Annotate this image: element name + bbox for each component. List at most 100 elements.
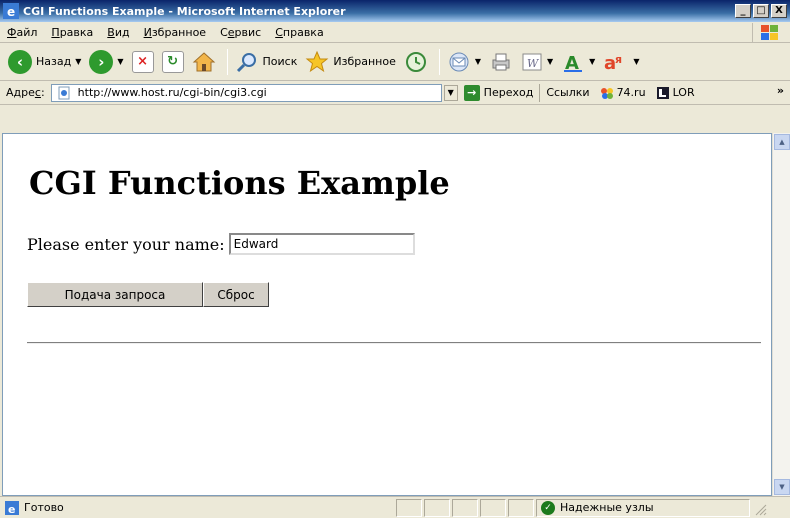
security-zone-label: Надежные узлы (560, 501, 654, 514)
mail-dropdown-icon[interactable]: ▼ (475, 57, 481, 66)
address-label-post: : (40, 86, 45, 99)
forward-arrow-icon: › (89, 49, 114, 74)
name-input[interactable]: Edward (228, 233, 415, 255)
edit-dropdown-icon[interactable]: ▼ (547, 57, 553, 66)
window-title: CGI Functions Example - Microsoft Intern… (23, 4, 346, 18)
menu-help-label: правка (282, 25, 324, 39)
menu-tools-accel: е (227, 25, 235, 39)
name-prompt: Please enter your name: (27, 234, 225, 254)
address-label-pre: Адре (6, 86, 35, 99)
svg-text:e: e (7, 5, 15, 19)
font-size-button[interactable]: A ▼ (559, 47, 597, 77)
home-icon (192, 51, 215, 71)
back-dropdown-icon[interactable]: ▼ (75, 57, 81, 66)
menu-file-label: айл (16, 25, 38, 39)
msn-butterfly-icon (600, 86, 614, 100)
horizontal-rule (27, 342, 761, 344)
word-edit-icon: W (522, 53, 542, 70)
home-button[interactable] (190, 47, 218, 77)
address-label: Адрес: (0, 86, 51, 99)
ie-page-icon: e (4, 500, 20, 516)
status-panel (396, 498, 422, 517)
back-arrow-icon: ‹ (8, 49, 32, 74)
refresh-button[interactable]: ↻ (160, 47, 186, 77)
encoding-dropdown-icon[interactable]: ▼ (633, 57, 639, 66)
page-heading: CGI Functions Example (29, 164, 450, 202)
menu-view-accel: В (107, 25, 115, 39)
menu-bar: Файл Правка Вид Избранное Сервис Справка (0, 22, 790, 43)
resize-grip-icon[interactable] (750, 499, 768, 517)
back-label: Назад (36, 55, 72, 68)
refresh-icon: ↻ (161, 50, 184, 73)
search-label: Поиск (262, 55, 298, 68)
status-panel (480, 498, 506, 517)
security-zone-panel[interactable]: ✓ Надежные узлы (536, 498, 750, 517)
link-74ru[interactable]: 74.ru (600, 86, 646, 100)
status-text: Готово (24, 501, 64, 514)
menu-edit-accel: П (51, 25, 60, 39)
print-icon (492, 53, 510, 70)
submit-button[interactable]: Подача запроса (27, 282, 203, 307)
menu-edit-label: равка (59, 25, 94, 39)
encoding-icon: aя (604, 53, 622, 74)
menu-help-accel: С (275, 25, 283, 39)
title-bar[interactable]: e CGI Functions Example - Microsoft Inte… (0, 0, 790, 22)
stop-button[interactable]: × (130, 47, 156, 77)
forward-dropdown-icon[interactable]: ▼ (117, 57, 123, 66)
maximize-button[interactable]: □ (753, 4, 769, 18)
favorites-star-icon (305, 50, 329, 72)
link-lor[interactable]: LOR (656, 86, 695, 100)
edit-word-button[interactable]: W ▼ (519, 47, 555, 77)
status-text-panel: e Готово (0, 500, 396, 516)
svg-text:я: я (615, 53, 622, 66)
scroll-down-icon[interactable]: ▼ (774, 479, 790, 495)
menu-edit[interactable]: Правка (44, 26, 100, 39)
encoding-button[interactable]: aя ▼ (601, 47, 641, 77)
search-icon (236, 52, 256, 72)
name-form-row: Please enter your name: Edward (27, 233, 415, 255)
page-icon (58, 86, 70, 99)
font-size-icon: A (564, 53, 583, 74)
links-more-icon[interactable]: » (777, 84, 784, 97)
reset-button[interactable]: Сброс (203, 282, 269, 307)
forward-button[interactable]: › ▼ (87, 47, 125, 77)
mail-button[interactable]: ▼ (445, 47, 483, 77)
address-input[interactable]: http://www.host.ru/cgi-bin/cgi3.cgi (50, 83, 442, 102)
favorites-label: Избранное (333, 55, 396, 68)
links-label[interactable]: Ссылки (546, 86, 589, 99)
page-viewport: CGI Functions Example Please enter your … (2, 133, 772, 496)
menu-favorites-label: збранное (151, 25, 207, 39)
go-button[interactable]: → Переход (463, 84, 534, 101)
back-button[interactable]: ‹ Назад ▼ (6, 47, 83, 77)
menu-tools-label: рвис (234, 25, 262, 39)
go-label: Переход (483, 86, 534, 99)
minimize-button[interactable]: _ (735, 4, 751, 18)
status-bar: e Готово ✓ Надежные узлы (0, 496, 790, 518)
history-button[interactable] (402, 47, 430, 77)
menu-favorites[interactable]: Избранное (137, 26, 213, 39)
menu-tools-pre: С (220, 25, 228, 39)
toolbar-separator (438, 48, 440, 75)
scroll-up-icon[interactable]: ▲ (774, 134, 790, 150)
print-button[interactable] (487, 47, 515, 77)
menu-tools[interactable]: Сервис (213, 26, 268, 39)
svg-text:W: W (527, 57, 540, 70)
status-panel (508, 498, 534, 517)
search-button[interactable]: Поиск (233, 47, 300, 77)
close-button[interactable]: X (771, 4, 787, 18)
standard-toolbar: ‹ Назад ▼ › ▼ × ↻ Поиск Избранное ▼ W ▼ … (0, 43, 790, 81)
vertical-scrollbar[interactable]: ▲ ▼ (772, 133, 790, 496)
status-panel (452, 498, 478, 517)
link-74ru-label: 74.ru (616, 86, 646, 99)
ie-app-icon: e (3, 3, 19, 19)
menu-file[interactable]: Файл (0, 26, 44, 39)
menu-help[interactable]: Справка (268, 26, 330, 39)
mail-icon (449, 52, 469, 71)
font-size-dropdown-icon[interactable]: ▼ (589, 57, 595, 66)
toolbar-separator (226, 48, 228, 75)
menu-view[interactable]: Вид (100, 26, 136, 39)
svg-text:e: e (8, 503, 15, 516)
menu-favorites-accel: И (143, 25, 152, 39)
address-dropdown-icon[interactable]: ▼ (443, 84, 458, 101)
favorites-button[interactable]: Избранное (303, 47, 397, 77)
